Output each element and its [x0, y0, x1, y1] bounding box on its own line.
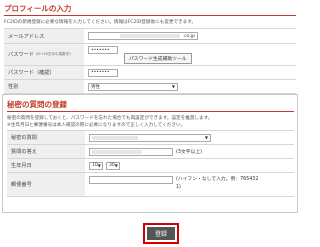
chevron-down-icon: ▼ — [114, 163, 118, 168]
answer-label: 質問の答え — [7, 145, 85, 158]
answer-field[interactable] — [89, 147, 173, 156]
secret-description: 秘密の質問を登録しておくと、パスワードを忘れた場合でも再設定ができます。設定を推… — [7, 116, 213, 121]
gender-select[interactable]: 男性 ▼ — [88, 82, 178, 91]
question-select[interactable]: ▼ — [89, 133, 211, 142]
password-note: (8〜16文字の英数字) — [35, 52, 71, 56]
email-label: メールアドレス — [4, 29, 84, 43]
secret-form-table: 秘密の質問 ▼ 質問の答え (3文字以上) 生年月日 10 ▼ 30 ▼ 郵便番… — [7, 130, 294, 197]
birthdate-row: 生年月日 10 ▼ 30 ▼ — [7, 159, 294, 173]
answer-redacted-block — [92, 149, 142, 154]
password-confirm-field[interactable]: ••••••• — [88, 68, 118, 77]
password-confirm-row: パスワード（確認） ••••••• — [4, 66, 296, 80]
email-row: メールアドレス .co.jp — [4, 29, 296, 44]
postal-hint: (ハイフン・なしで入力。例：765432 — [176, 177, 259, 182]
birth-day-select[interactable]: 30 ▼ — [106, 161, 120, 170]
answer-row: 質問の答え (3文字以上) — [7, 145, 294, 159]
submit-button-highlight: 登録 — [143, 223, 179, 244]
postal-code-field[interactable] — [89, 176, 173, 184]
profile-description: FC2IDの新規登録に必要な情報を入力してください。情報はFC2ID登録後にも変… — [4, 20, 196, 25]
email-redacted-block — [119, 34, 180, 38]
gender-value: 男性 — [91, 84, 100, 90]
gender-label: 性別 — [4, 80, 84, 93]
password-field[interactable]: ••••••• — [88, 46, 118, 54]
password-label: パスワード — [8, 52, 34, 58]
secret-note: ※生年月日と郵便番号は本人確認の際に必要になりますので正しく入力してください。 — [7, 123, 186, 128]
email-value: .co.jp — [182, 33, 195, 39]
postal-hint-cont: 1) — [176, 185, 181, 190]
chevron-down-icon: ▼ — [171, 84, 175, 89]
question-label: 秘密の質問 — [7, 131, 85, 144]
chevron-down-icon: ▼ — [97, 163, 101, 168]
profile-section-title: プロフィールの入力 — [4, 4, 72, 13]
gender-row: 性別 男性 ▼ — [4, 80, 296, 94]
answer-hint: (3文字以上) — [176, 150, 202, 155]
password-generator-button[interactable]: パスワード生成補助ツール — [124, 53, 192, 64]
question-row: 秘密の質問 ▼ — [7, 131, 294, 145]
postal-row: 郵便番号 (ハイフン・なしで入力。例：765432 1) — [7, 173, 294, 197]
secret-section-title: 秘密の質問の登録 — [7, 100, 67, 109]
email-field[interactable]: .co.jp — [88, 32, 198, 40]
question-redacted-block — [92, 135, 138, 140]
profile-form-table: メールアドレス .co.jp パスワード (8〜16文字の英数字) ••••••… — [4, 28, 296, 94]
birthdate-label: 生年月日 — [7, 159, 85, 172]
section-divider — [7, 111, 294, 112]
postal-label: 郵便番号 — [7, 173, 85, 196]
password-confirm-label: パスワード（確認） — [4, 66, 84, 79]
chevron-down-icon: ▼ — [204, 135, 208, 140]
section-divider — [4, 15, 296, 16]
submit-button[interactable]: 登録 — [147, 227, 175, 240]
password-row: パスワード (8〜16文字の英数字) ••••••• パスワード生成補助ツール — [4, 44, 296, 66]
birth-month-select[interactable]: 10 ▼ — [89, 161, 103, 170]
